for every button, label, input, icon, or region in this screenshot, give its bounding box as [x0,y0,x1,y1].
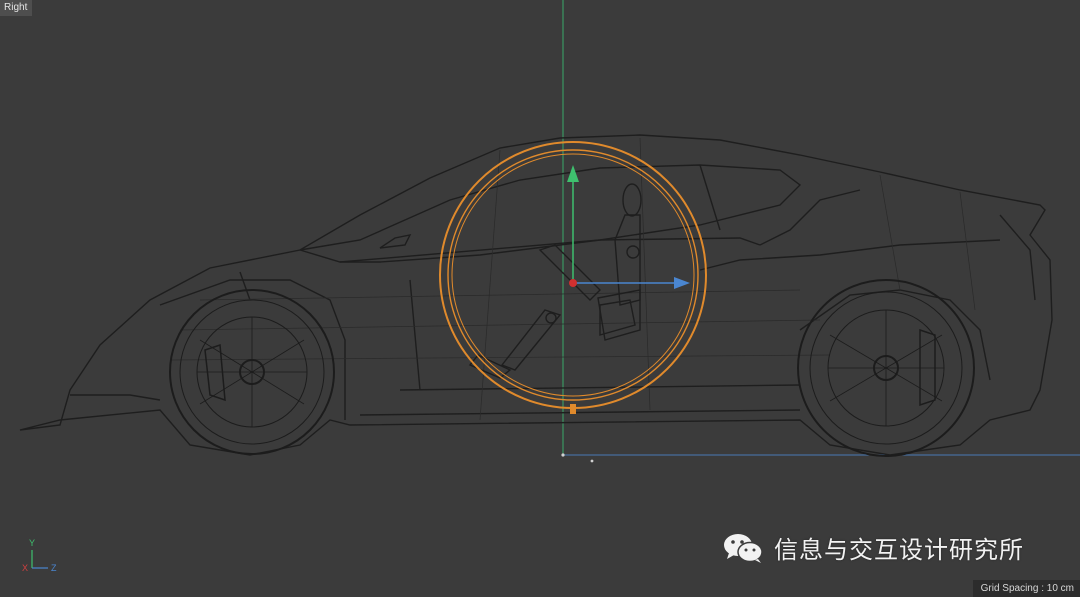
grid-spacing-readout: Grid Spacing : 10 cm [972,580,1080,597]
y-axis-handle-icon [567,165,579,182]
rear-wheel [797,279,975,457]
axis-orientation-gizmo: Y X Z [22,538,62,578]
move-gizmo[interactable] [567,165,690,414]
front-wheel [169,289,335,455]
axis-x-label: X [22,563,29,573]
viewport-canvas[interactable] [0,0,1080,597]
watermark: 信息与交互设计研究所 [722,530,1024,565]
axis-z-label: Z [51,563,57,573]
gizmo-center-handle [569,279,577,287]
3d-viewport[interactable]: Right Y X Z 信息与交互设计研究所 Grid Spacing : 10… [0,0,1080,597]
view-name-label[interactable]: Right [0,0,33,16]
pivot-handle [570,404,576,414]
car-wireframe [19,134,1053,456]
watermark-text: 信息与交互设计研究所 [774,536,1024,564]
axis-y-label: Y [29,538,36,548]
wechat-icon [724,533,763,563]
z-axis-handle-icon [674,277,690,289]
